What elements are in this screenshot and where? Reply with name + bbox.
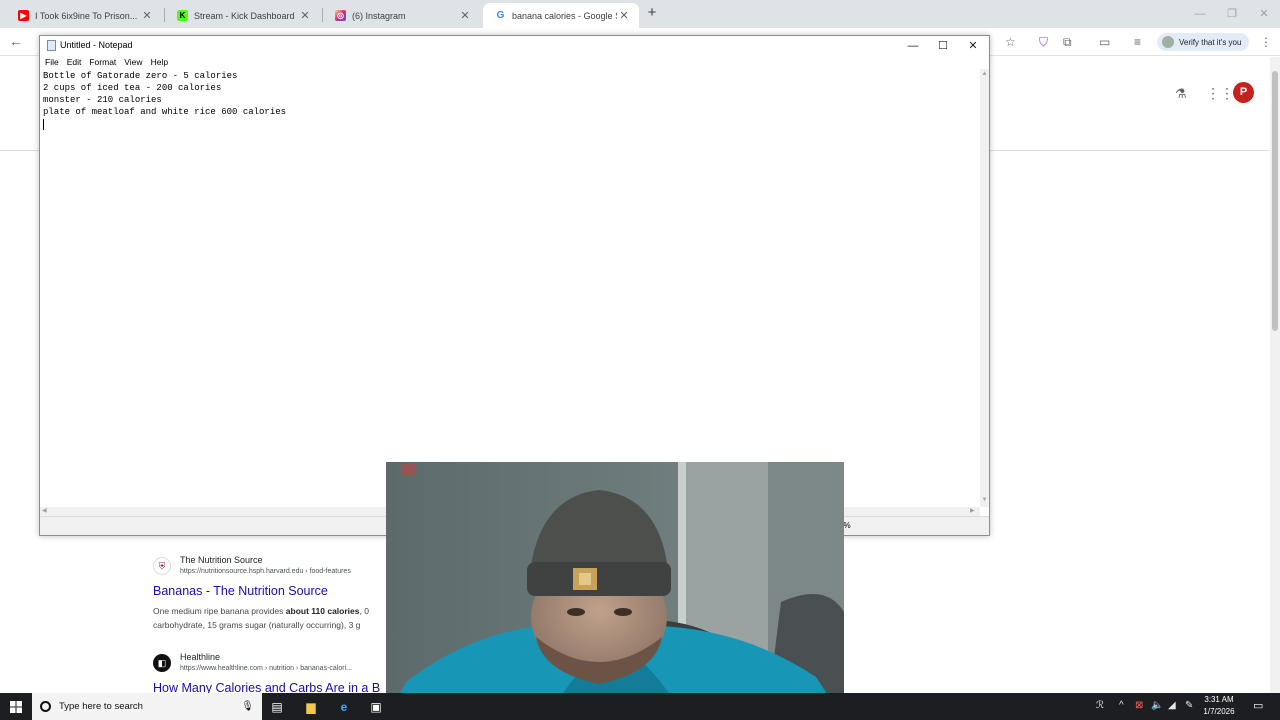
clock-time: 3:31 AM <box>1204 695 1234 704</box>
result-site-name: The Nutrition Source <box>180 555 263 565</box>
taskbar-clock[interactable]: 3:31 AM 1/7/2026 <box>1196 694 1242 718</box>
menu-view[interactable]: View <box>124 56 142 69</box>
text-line: plate of meatloaf and white rice 600 cal… <box>43 107 287 117</box>
desktop-screen: ▶ I Took 6ix9ine To Prison... - YouTube … <box>0 0 1280 720</box>
menu-format[interactable]: Format <box>89 56 116 69</box>
new-tab-button[interactable]: + <box>644 5 660 21</box>
extensions-puzzle-icon[interactable]: ⧉ <box>1063 34 1072 50</box>
scrollbar-thumb[interactable] <box>1272 71 1278 331</box>
close-icon[interactable]: ✕ <box>958 36 988 56</box>
tab-youtube[interactable]: ▶ I Took 6ix9ine To Prison... - YouTube … <box>6 3 162 28</box>
healthline-icon: ◧ <box>153 654 171 672</box>
menu-edit[interactable]: Edit <box>67 56 82 69</box>
menu-help[interactable]: Help <box>151 56 168 69</box>
tab-instagram[interactable]: ◎ (6) Instagram ✕ <box>323 3 480 28</box>
result-site-name: Healthline <box>180 652 221 662</box>
windows-logo-icon <box>10 700 22 713</box>
labs-flask-icon[interactable]: ⚗ <box>1175 86 1187 102</box>
restore-icon[interactable]: ❐ <box>1216 0 1248 28</box>
scroll-right-icon[interactable]: ▶ <box>970 507 975 516</box>
menu-kebab-icon[interactable]: ⋮ <box>1260 34 1272 50</box>
taskbar-search-box[interactable]: Type here to search 🎙 <box>32 693 262 720</box>
tab-title: banana calories - Google Search <box>512 10 617 21</box>
verify-label: Verify that it's you <box>1179 37 1242 47</box>
result-url: https://nutritionsource.hsph.harvard.edu… <box>180 568 351 575</box>
text-caret <box>43 119 44 130</box>
tab-close-icon[interactable]: ✕ <box>458 9 472 22</box>
webcam-feed-image <box>386 462 844 720</box>
tab-title: I Took 6ix9ine To Prison... - YouTube <box>35 10 140 21</box>
google-icon: G <box>495 10 506 21</box>
close-icon[interactable]: ✕ <box>1248 0 1280 28</box>
extension-shield-icon[interactable]: ⛉ <box>1039 34 1048 50</box>
edge-browser-icon[interactable]: e <box>335 698 353 716</box>
text-line: 2 cups of iced tea - 200 calories <box>43 83 222 93</box>
tab-kick[interactable]: K Stream - Kick Dashboard ✕ <box>165 3 320 28</box>
browser-tab-strip: ▶ I Took 6ix9ine To Prison... - YouTube … <box>0 0 1280 28</box>
notepad-menubar: File Edit Format View Help <box>40 56 989 69</box>
window-title: Untitled - Notepad <box>60 40 133 50</box>
volume-icon[interactable]: 🔈 <box>1151 700 1163 711</box>
kick-icon: K <box>177 10 188 21</box>
result-snippet: One medium ripe banana provides about 11… <box>153 606 369 630</box>
network-icon[interactable]: ◢ <box>1168 700 1176 711</box>
clock-date: 1/7/2026 <box>1203 707 1235 716</box>
notification-center-icon[interactable]: ▭ <box>1253 699 1263 712</box>
tray-chevron-icon[interactable]: ^ <box>1119 700 1124 711</box>
tab-close-icon[interactable]: ✕ <box>617 9 631 22</box>
search-result: ⛨ The Nutrition Source https://nutrition… <box>153 555 393 635</box>
menu-file[interactable]: File <box>45 56 59 69</box>
back-arrow-icon[interactable]: ← <box>9 33 23 49</box>
scroll-left-icon[interactable]: ◀ <box>42 507 47 516</box>
webcam-overlay <box>386 462 844 720</box>
pen-icon[interactable]: ✎ <box>1185 700 1193 711</box>
text-line: monster - 210 calories <box>43 95 162 105</box>
media-controls-icon[interactable]: ≡ <box>1134 34 1141 50</box>
notepad-icon <box>47 40 56 51</box>
start-button[interactable] <box>0 693 32 720</box>
profile-icon <box>1162 36 1174 48</box>
scroll-down-icon[interactable]: ▼ <box>980 497 989 503</box>
avatar[interactable]: P <box>1233 82 1254 103</box>
tab-title: (6) Instagram <box>352 10 406 21</box>
result-title-link[interactable]: Bananas - The Nutrition Source <box>153 584 328 598</box>
tab-google-search[interactable]: G banana calories - Google Search ✕ <box>483 3 639 28</box>
notepad-titlebar[interactable]: Untitled - Notepad — ☐ ✕ <box>40 36 989 56</box>
cast-icon[interactable]: ▭ <box>1099 34 1110 50</box>
task-view-icon[interactable]: ▤ <box>268 698 286 716</box>
store-icon[interactable]: ▣ <box>367 698 385 716</box>
minimize-icon[interactable]: — <box>1184 0 1216 28</box>
youtube-icon: ▶ <box>18 10 29 21</box>
page-scrollbar[interactable] <box>1270 57 1280 693</box>
search-result: ◧ Healthline https://www.healthline.com … <box>153 652 393 697</box>
search-placeholder: Type here to search <box>59 701 143 712</box>
file-explorer-icon[interactable]: ▆ <box>302 698 320 716</box>
bookmark-star-icon[interactable]: ☆ <box>1005 34 1016 50</box>
scroll-up-icon[interactable]: ▲ <box>980 71 989 77</box>
browser-window-controls: — ❐ ✕ <box>1184 0 1280 28</box>
security-alert-icon[interactable]: ⊠ <box>1135 700 1143 711</box>
tab-title: Stream - Kick Dashboard <box>194 10 295 21</box>
cortana-ring-icon <box>40 701 51 712</box>
notepad-window: Untitled - Notepad — ☐ ✕ File Edit Forma… <box>39 35 990 536</box>
profile-verify-button[interactable]: Verify that it's you <box>1157 33 1249 51</box>
tab-close-icon[interactable]: ✕ <box>140 9 154 22</box>
microphone-icon[interactable]: 🎙 <box>241 701 254 712</box>
notepad-text-area[interactable]: Bottle of Gatorade zero - 5 calories 2 cu… <box>40 69 980 507</box>
minimize-icon[interactable]: — <box>898 36 928 56</box>
windows-taskbar: Type here to search 🎙 ▤ ▆ e ▣ ℛ ^ ⊠ 🔈 ◢ … <box>0 693 1280 720</box>
harvard-shield-icon: ⛨ <box>153 557 171 575</box>
text-line: Bottle of Gatorade zero - 5 calories <box>43 71 238 81</box>
maximize-icon[interactable]: ☐ <box>928 36 958 56</box>
result-url: https://www.healthline.com › nutrition ›… <box>180 665 352 672</box>
tab-close-icon[interactable]: ✕ <box>298 9 312 22</box>
instagram-icon: ◎ <box>335 10 346 21</box>
people-icon[interactable]: ℛ <box>1096 700 1104 711</box>
notepad-vertical-scrollbar[interactable]: ▲ ▼ <box>980 69 989 507</box>
